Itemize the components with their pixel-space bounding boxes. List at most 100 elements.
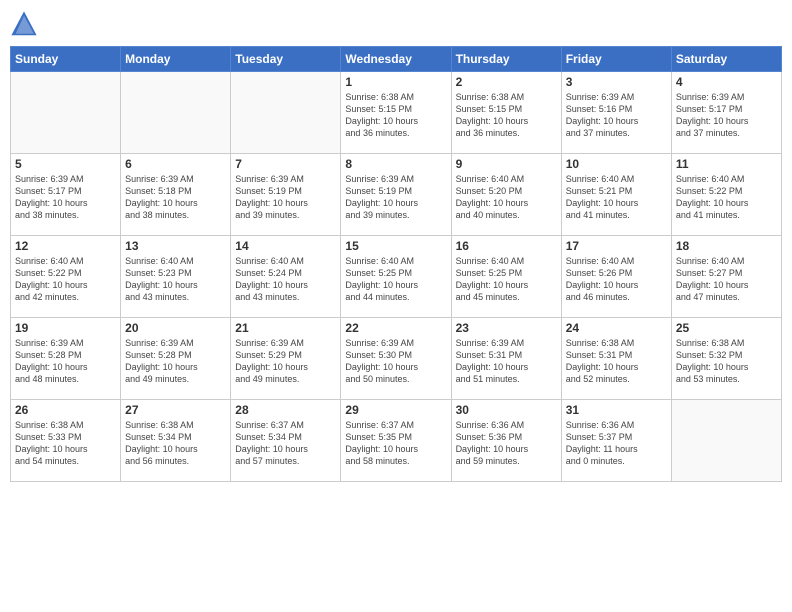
day-info: Sunrise: 6:39 AM Sunset: 5:17 PM Dayligh…: [15, 173, 116, 222]
day-info: Sunrise: 6:40 AM Sunset: 5:25 PM Dayligh…: [456, 255, 557, 304]
day-info: Sunrise: 6:38 AM Sunset: 5:15 PM Dayligh…: [456, 91, 557, 140]
day-number: 7: [235, 157, 336, 171]
day-number: 2: [456, 75, 557, 89]
calendar-cell: 2 Sunrise: 6:38 AM Sunset: 5:15 PM Daylig…: [451, 72, 561, 154]
day-number: 15: [345, 239, 446, 253]
calendar-cell: 29 Sunrise: 6:37 AM Sunset: 5:35 PM Dayli…: [341, 400, 451, 482]
calendar-header-sunday: Sunday: [11, 47, 121, 72]
logo: [10, 10, 42, 38]
day-info: Sunrise: 6:40 AM Sunset: 5:26 PM Dayligh…: [566, 255, 667, 304]
calendar-cell: 20Sunrise: 6:39 AM Sunset: 5:28 PM Dayli…: [121, 318, 231, 400]
header: [10, 10, 782, 38]
day-number: 1: [345, 75, 446, 89]
calendar-cell: [11, 72, 121, 154]
calendar-cell: 10 Sunrise: 6:40 AM Sunset: 5:21 PM Dayli…: [561, 154, 671, 236]
day-number: 17: [566, 239, 667, 253]
calendar-cell: 4Sunrise: 6:39 AM Sunset: 5:17 PM Daylig…: [671, 72, 781, 154]
calendar-cell: [231, 72, 341, 154]
calendar-cell: 19 Sunrise: 6:39 AM Sunset: 5:28 PM Dayli…: [11, 318, 121, 400]
day-number: 9: [456, 157, 557, 171]
day-info: Sunrise: 6:39 AM Sunset: 5:29 PM Dayligh…: [235, 337, 336, 386]
day-number: 31: [566, 403, 667, 417]
day-number: 5: [15, 157, 116, 171]
day-info: Sunrise: 6:38 AM Sunset: 5:32 PM Dayligh…: [676, 337, 777, 386]
day-info: Sunrise: 6:38 AM Sunset: 5:31 PM Dayligh…: [566, 337, 667, 386]
calendar-week-0: 1 Sunrise: 6:38 AM Sunset: 5:15 PM Daylig…: [11, 72, 782, 154]
day-info: Sunrise: 6:39 AM Sunset: 5:19 PM Dayligh…: [235, 173, 336, 222]
day-info: Sunrise: 6:39 AM Sunset: 5:28 PM Dayligh…: [15, 337, 116, 386]
day-number: 24: [566, 321, 667, 335]
calendar-header-friday: Friday: [561, 47, 671, 72]
calendar-week-4: 26 Sunrise: 6:38 AM Sunset: 5:33 PM Dayli…: [11, 400, 782, 482]
day-number: 22: [345, 321, 446, 335]
day-info: Sunrise: 6:40 AM Sunset: 5:25 PM Dayligh…: [345, 255, 446, 304]
day-info: Sunrise: 6:40 AM Sunset: 5:21 PM Dayligh…: [566, 173, 667, 222]
day-number: 16: [456, 239, 557, 253]
calendar-cell: 26 Sunrise: 6:38 AM Sunset: 5:33 PM Dayli…: [11, 400, 121, 482]
day-info: Sunrise: 6:40 AM Sunset: 5:24 PM Dayligh…: [235, 255, 336, 304]
calendar-cell: 6 Sunrise: 6:39 AM Sunset: 5:18 PM Daylig…: [121, 154, 231, 236]
day-number: 29: [345, 403, 446, 417]
day-number: 11: [676, 157, 777, 171]
calendar-cell: 31 Sunrise: 6:36 AM Sunset: 5:37 PM Dayli…: [561, 400, 671, 482]
day-number: 28: [235, 403, 336, 417]
day-number: 6: [125, 157, 226, 171]
day-number: 18: [676, 239, 777, 253]
calendar-cell: 24 Sunrise: 6:38 AM Sunset: 5:31 PM Dayli…: [561, 318, 671, 400]
calendar-cell: 23Sunrise: 6:39 AM Sunset: 5:31 PM Dayli…: [451, 318, 561, 400]
page: SundayMondayTuesdayWednesdayThursdayFrid…: [0, 0, 792, 612]
day-number: 21: [235, 321, 336, 335]
day-info: Sunrise: 6:38 AM Sunset: 5:34 PM Dayligh…: [125, 419, 226, 468]
day-info: Sunrise: 6:40 AM Sunset: 5:20 PM Dayligh…: [456, 173, 557, 222]
day-number: 19: [15, 321, 116, 335]
calendar-cell: 27 Sunrise: 6:38 AM Sunset: 5:34 PM Dayli…: [121, 400, 231, 482]
calendar-cell: [121, 72, 231, 154]
calendar-cell: 12Sunrise: 6:40 AM Sunset: 5:22 PM Dayli…: [11, 236, 121, 318]
calendar-header-saturday: Saturday: [671, 47, 781, 72]
calendar-cell: 1 Sunrise: 6:38 AM Sunset: 5:15 PM Daylig…: [341, 72, 451, 154]
calendar-cell: 3Sunrise: 6:39 AM Sunset: 5:16 PM Daylig…: [561, 72, 671, 154]
calendar-cell: 11 Sunrise: 6:40 AM Sunset: 5:22 PM Dayli…: [671, 154, 781, 236]
calendar-week-3: 19 Sunrise: 6:39 AM Sunset: 5:28 PM Dayli…: [11, 318, 782, 400]
calendar-cell: 15 Sunrise: 6:40 AM Sunset: 5:25 PM Dayli…: [341, 236, 451, 318]
logo-icon: [10, 10, 38, 38]
day-info: Sunrise: 6:38 AM Sunset: 5:33 PM Dayligh…: [15, 419, 116, 468]
day-number: 13: [125, 239, 226, 253]
calendar-cell: 9 Sunrise: 6:40 AM Sunset: 5:20 PM Daylig…: [451, 154, 561, 236]
day-number: 14: [235, 239, 336, 253]
day-info: Sunrise: 6:36 AM Sunset: 5:37 PM Dayligh…: [566, 419, 667, 468]
day-number: 20: [125, 321, 226, 335]
day-number: 12: [15, 239, 116, 253]
calendar-header-thursday: Thursday: [451, 47, 561, 72]
day-info: Sunrise: 6:38 AM Sunset: 5:15 PM Dayligh…: [345, 91, 446, 140]
calendar-header-monday: Monday: [121, 47, 231, 72]
calendar-header-row: SundayMondayTuesdayWednesdayThursdayFrid…: [11, 47, 782, 72]
day-info: Sunrise: 6:40 AM Sunset: 5:22 PM Dayligh…: [676, 173, 777, 222]
calendar-cell: 25 Sunrise: 6:38 AM Sunset: 5:32 PM Dayli…: [671, 318, 781, 400]
calendar-cell: 8Sunrise: 6:39 AM Sunset: 5:19 PM Daylig…: [341, 154, 451, 236]
day-number: 3: [566, 75, 667, 89]
calendar-cell: 28 Sunrise: 6:37 AM Sunset: 5:34 PM Dayli…: [231, 400, 341, 482]
day-info: Sunrise: 6:39 AM Sunset: 5:18 PM Dayligh…: [125, 173, 226, 222]
calendar-cell: 18 Sunrise: 6:40 AM Sunset: 5:27 PM Dayli…: [671, 236, 781, 318]
calendar-cell: 5 Sunrise: 6:39 AM Sunset: 5:17 PM Daylig…: [11, 154, 121, 236]
calendar-cell: 21 Sunrise: 6:39 AM Sunset: 5:29 PM Dayli…: [231, 318, 341, 400]
day-number: 26: [15, 403, 116, 417]
calendar-header-tuesday: Tuesday: [231, 47, 341, 72]
calendar-table: SundayMondayTuesdayWednesdayThursdayFrid…: [10, 46, 782, 482]
day-info: Sunrise: 6:37 AM Sunset: 5:35 PM Dayligh…: [345, 419, 446, 468]
day-info: Sunrise: 6:37 AM Sunset: 5:34 PM Dayligh…: [235, 419, 336, 468]
day-number: 25: [676, 321, 777, 335]
day-number: 27: [125, 403, 226, 417]
calendar-cell: 16 Sunrise: 6:40 AM Sunset: 5:25 PM Dayli…: [451, 236, 561, 318]
calendar-cell: 14 Sunrise: 6:40 AM Sunset: 5:24 PM Dayli…: [231, 236, 341, 318]
calendar-cell: 30Sunrise: 6:36 AM Sunset: 5:36 PM Dayli…: [451, 400, 561, 482]
calendar-cell: 7 Sunrise: 6:39 AM Sunset: 5:19 PM Daylig…: [231, 154, 341, 236]
day-info: Sunrise: 6:39 AM Sunset: 5:19 PM Dayligh…: [345, 173, 446, 222]
day-number: 10: [566, 157, 667, 171]
calendar-week-2: 12Sunrise: 6:40 AM Sunset: 5:22 PM Dayli…: [11, 236, 782, 318]
day-info: Sunrise: 6:40 AM Sunset: 5:27 PM Dayligh…: [676, 255, 777, 304]
day-number: 23: [456, 321, 557, 335]
calendar-week-1: 5 Sunrise: 6:39 AM Sunset: 5:17 PM Daylig…: [11, 154, 782, 236]
day-number: 30: [456, 403, 557, 417]
